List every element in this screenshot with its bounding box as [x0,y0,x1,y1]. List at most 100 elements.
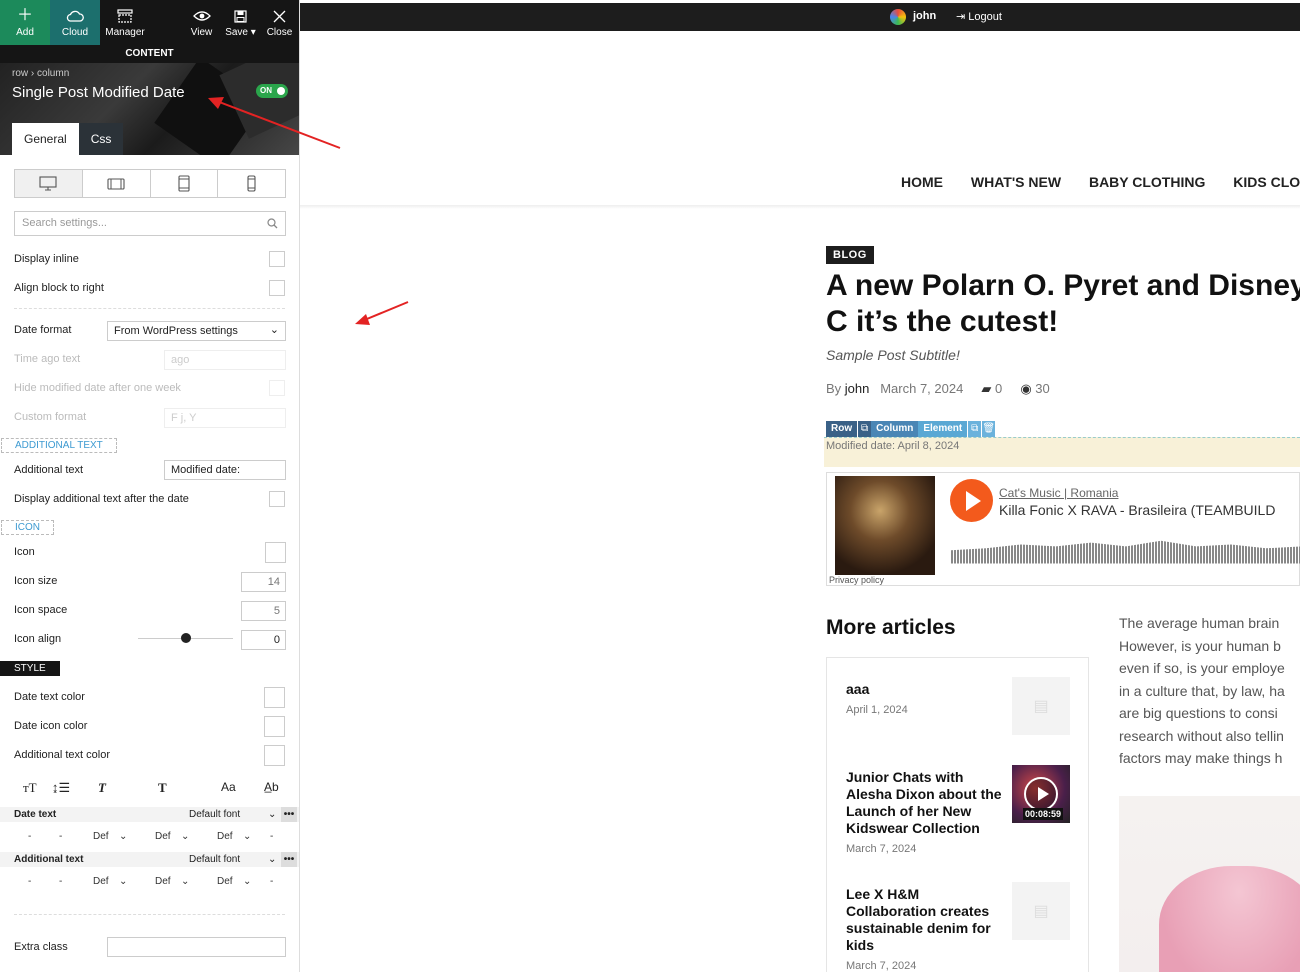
nav-baby-clothing[interactable]: BABY CLOTHING [1089,174,1205,190]
element-copy-icon[interactable]: ⧉ [967,421,982,437]
text-transform-value[interactable]: Def [217,876,233,887]
desktop-button[interactable] [15,170,83,197]
chevron-down-icon: ⌄ [243,876,252,887]
display-after-checkbox[interactable] [269,491,285,507]
letter-spacing-value[interactable]: - [270,876,273,887]
letter-spacing-icon[interactable]: A̲b [264,780,279,794]
font-style-icon[interactable]: T [98,780,106,796]
list-item[interactable]: Junior Chats with Alesha Dixon about the… [846,769,1006,855]
line-height-icon[interactable]: ↨☰ [52,780,70,796]
date-format-select[interactable]: From WordPress settings ⌄ [107,321,286,341]
track-title[interactable]: Killa Fonic X RAVA - Brasileira (TEAMBUI… [999,502,1275,518]
tablet-portrait-button[interactable] [151,170,219,197]
additional-text-color-picker[interactable] [264,745,285,766]
more-options-icon[interactable]: ••• [281,852,297,867]
body-line: The average human brain [1119,615,1280,631]
font-weight-value[interactable]: Def [155,876,171,887]
font-size-value[interactable]: - [28,831,31,842]
artist-link[interactable]: Cat's Music | Romania [999,486,1118,500]
row-copy-icon[interactable]: ⧉ [857,421,872,437]
extra-class-input[interactable] [107,937,286,957]
date-text-font-select[interactable]: Default font [189,807,240,822]
letter-spacing-value[interactable]: - [270,831,273,842]
line-height-value[interactable]: - [59,831,62,842]
tab-general[interactable]: General [12,123,79,155]
custom-format-input[interactable]: F j, Y [164,408,286,428]
waveform[interactable] [951,540,1300,564]
cloud-button[interactable]: Cloud [50,0,100,45]
font-weight-icon[interactable]: T [158,780,167,796]
date-icon-color-picker[interactable] [264,716,285,737]
article-title[interactable]: Lee X H&M Collaboration creates sustaina… [846,886,1006,954]
date-text-color-picker[interactable] [264,687,285,708]
line-height-value[interactable]: - [59,876,62,887]
display-after-label: Display additional text after the date [14,493,189,505]
annotation-arrow [355,301,409,325]
typo-date-text-label: Date text [14,809,57,820]
tablet-landscape-button[interactable] [83,170,151,197]
floppy-icon [234,7,247,25]
phone-button[interactable] [218,170,285,197]
el-element-button[interactable]: Element [918,421,968,437]
icon-picker[interactable] [265,542,286,563]
font-style-value[interactable]: Def [93,876,109,887]
date-text-color-row: Date text color [14,691,285,703]
additional-text-input[interactable]: Modified date: [164,460,286,480]
article-title[interactable]: Junior Chats with Alesha Dixon about the… [846,769,1006,837]
font-size-value[interactable]: - [28,876,31,887]
article-title[interactable]: aaa [846,681,1006,698]
icon-align-slider[interactable] [138,633,233,643]
display-inline-checkbox[interactable] [269,251,285,267]
nav-home[interactable]: HOME [901,174,943,190]
privacy-link[interactable]: Privacy policy [829,575,884,585]
icon-size-input[interactable]: 14 [241,572,286,592]
icon-space-input[interactable]: 5 [241,601,286,621]
settings-search-input[interactable]: Search settings... [14,211,286,236]
close-button[interactable]: Close [260,0,299,45]
slider-knob[interactable] [181,633,191,643]
align-right-checkbox[interactable] [269,280,285,296]
comment-count[interactable]: 0 [995,381,1002,396]
time-ago-input[interactable]: ago [164,350,286,370]
nav-kids-clothing[interactable]: KIDS CLOT [1233,174,1300,190]
text-transform-value[interactable]: Def [217,831,233,842]
list-item[interactable]: Lee X H&M Collaboration creates sustaina… [846,886,1006,972]
add-button[interactable]: ＋ Add [0,0,50,45]
logout-link[interactable]: ⇥ Logout [956,10,1002,23]
tablet-landscape-icon [107,177,125,190]
additional-text-font-select[interactable]: Default font [189,852,240,867]
avatar[interactable] [890,9,906,25]
breadcrumb-row[interactable]: row [12,68,28,79]
chevron-down-icon: ⌄ [119,876,128,887]
save-button[interactable]: Save ▾ [221,0,260,45]
audio-player: Cat's Music | Romania Killa Fonic X RAVA… [826,472,1300,586]
category-badge[interactable]: BLOG [826,246,874,264]
more-options-icon[interactable]: ••• [281,807,297,822]
font-style-value[interactable]: Def [93,831,109,842]
article-thumbnail[interactable]: ▤ [1012,677,1070,735]
trash-icon[interactable]: 🗑 [981,421,996,437]
font-size-icon[interactable]: ᴛT [23,780,37,796]
chevron-down-icon: ⌄ [181,831,190,842]
tab-css[interactable]: Css [78,123,124,155]
author-link[interactable]: john [845,381,870,396]
font-weight-value[interactable]: Def [155,831,171,842]
icon-align-input[interactable]: 0 [241,630,286,650]
nav-whats-new[interactable]: WHAT'S NEW [971,174,1061,190]
text-transform-icon[interactable]: Aa [221,780,236,794]
date-format-label: Date format [14,324,72,336]
el-row-button[interactable]: Row [826,421,858,437]
view-button[interactable]: View [182,0,221,45]
hide-modified-checkbox[interactable] [269,380,285,396]
admin-username[interactable]: john [913,10,936,22]
list-item[interactable]: aaa April 1, 2024 [846,681,1006,716]
video-thumbnail[interactable]: 00:08:59 [1012,765,1070,823]
view-label: View [190,27,213,38]
element-toolbar: Row ⧉ Column Element ⧉ 🗑 [826,421,996,437]
play-button[interactable] [950,479,993,522]
manager-button[interactable]: Manager [100,0,150,45]
breadcrumb-column[interactable]: column [37,68,69,79]
modified-date-element[interactable]: Modified date: April 8, 2024 [824,437,1300,467]
el-column-button[interactable]: Column [871,421,919,437]
article-thumbnail[interactable]: ▤ [1012,882,1070,940]
